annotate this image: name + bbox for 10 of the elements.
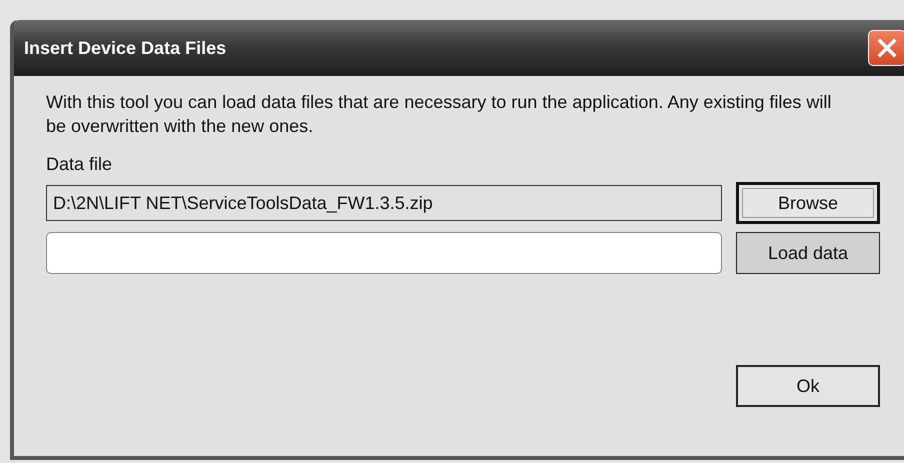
browse-button[interactable]: Browse	[736, 182, 880, 224]
file-path-field[interactable]	[46, 232, 722, 274]
field-label: Data file	[46, 154, 114, 175]
close-icon	[876, 37, 898, 59]
description-text: With this tool you can load data files that are necessary to run the application. Any existing files will be overwritten with the new ones.	[46, 91, 832, 138]
file-path-field[interactable]: D:\2N\LIFT NET\ServiceToolsData_FW1.3.5.zip	[46, 185, 722, 221]
close-button[interactable]	[868, 30, 904, 66]
load-button[interactable]: Load data	[736, 232, 880, 274]
ok-button[interactable]: Ok	[736, 365, 880, 407]
window-title: Insert Device Data Files	[24, 38, 228, 58]
